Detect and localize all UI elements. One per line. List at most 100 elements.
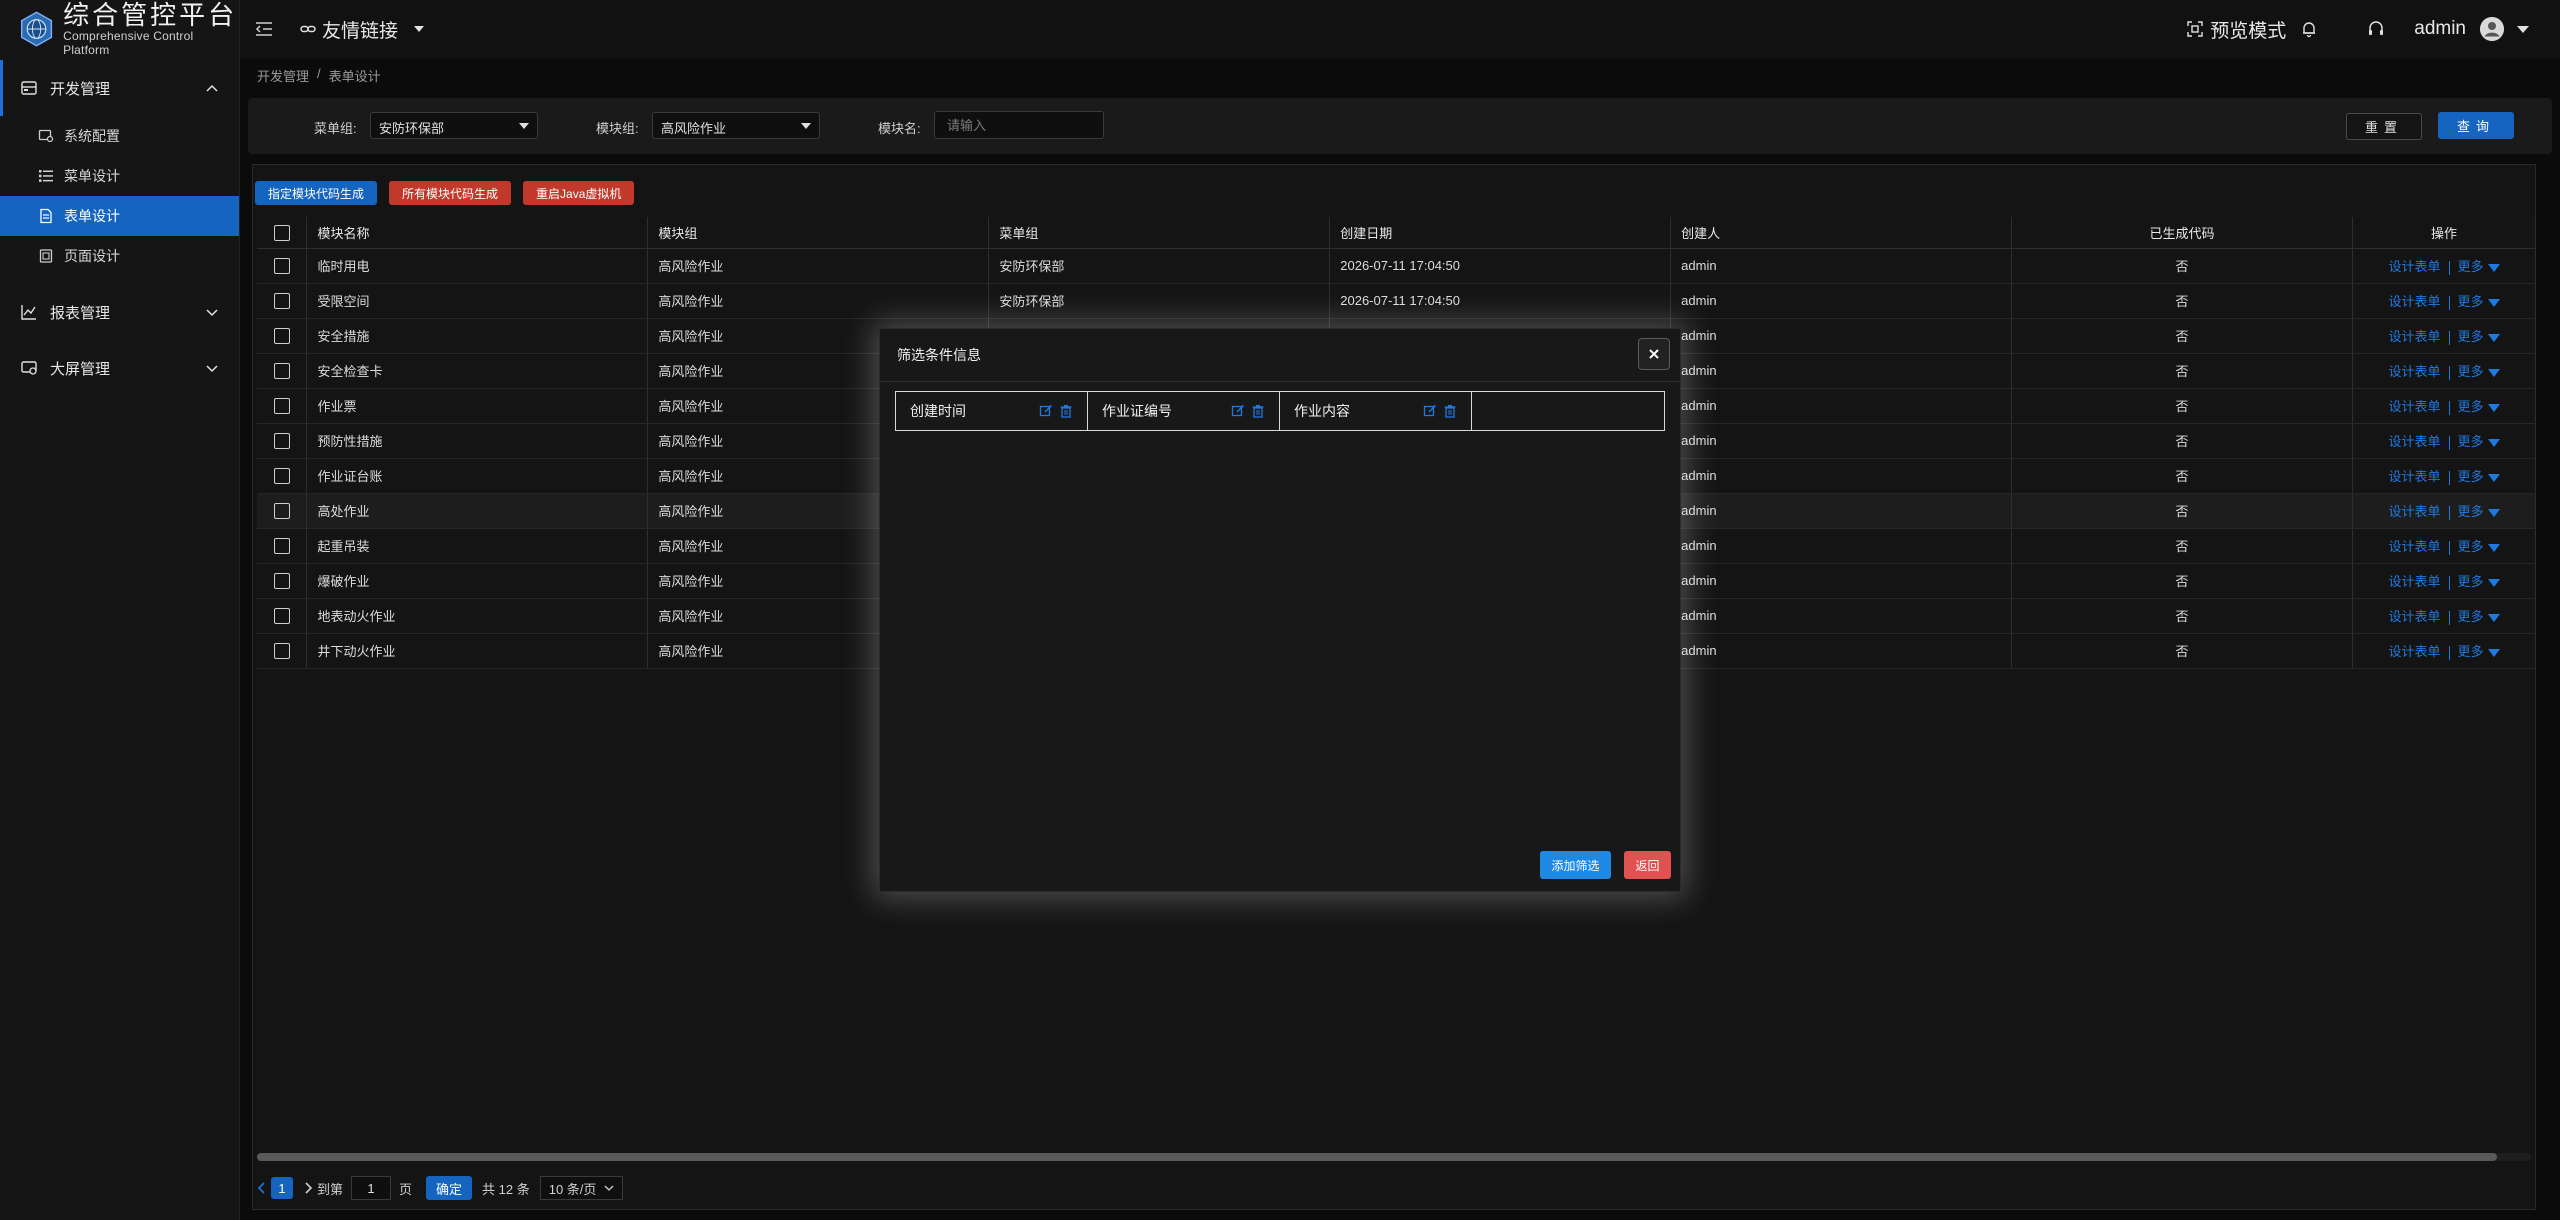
design-form-link[interactable]: 设计表单: [2388, 609, 2440, 624]
more-label: 更多: [2457, 399, 2484, 414]
row-checkbox[interactable]: [273, 362, 290, 379]
more-dropdown[interactable]: 更多: [2458, 399, 2500, 414]
row-checkbox[interactable]: [273, 572, 290, 589]
next-page-icon[interactable]: [301, 1181, 315, 1195]
more-dropdown[interactable]: 更多: [2458, 364, 2500, 379]
row-checkbox-cell: [257, 528, 308, 564]
chevron-down-icon: [206, 365, 218, 373]
row-checkbox[interactable]: [273, 467, 290, 484]
more-dropdown[interactable]: 更多: [2458, 434, 2500, 449]
design-form-link[interactable]: 设计表单: [2388, 399, 2440, 414]
page-size-select[interactable]: 10 条/页: [539, 1176, 624, 1200]
sidebar-item-form-design[interactable]: 表单设计: [0, 196, 239, 236]
dialog-close-button[interactable]: [1638, 338, 1670, 370]
gen-selected-button[interactable]: 指定模块代码生成: [255, 181, 378, 205]
row-checkbox[interactable]: [273, 642, 290, 659]
restart-jvm-button[interactable]: 重启Java虚拟机: [523, 181, 635, 205]
query-button[interactable]: 查询: [2438, 112, 2514, 139]
design-form-link[interactable]: 设计表单: [2388, 469, 2440, 484]
filter-tag: 作业内容: [1280, 392, 1472, 430]
cell-module-name: 起重吊装: [306, 528, 649, 564]
row-checkbox[interactable]: [273, 292, 290, 309]
menu-fold-icon[interactable]: [254, 19, 274, 39]
column-header: 创建日期: [1329, 217, 1672, 249]
more-dropdown[interactable]: 更多: [2458, 469, 2500, 484]
sidebar-item-menu-design[interactable]: 菜单设计: [0, 156, 239, 196]
trash-icon[interactable]: [1059, 404, 1073, 418]
more-dropdown[interactable]: 更多: [2458, 539, 2500, 554]
more-dropdown[interactable]: 更多: [2458, 644, 2500, 659]
user-menu[interactable]: admin: [2414, 17, 2530, 41]
preview-mode-button[interactable]: 预览模式: [2186, 16, 2286, 43]
row-checkbox-cell: [257, 633, 308, 669]
sidebar-group-screen[interactable]: 大屏管理: [0, 340, 239, 396]
back-button[interactable]: 返回: [1624, 851, 1671, 879]
design-form-link[interactable]: 设计表单: [2388, 574, 2440, 589]
sidebar-group-dev[interactable]: 开发管理: [0, 60, 239, 116]
design-form-link[interactable]: 设计表单: [2388, 329, 2440, 344]
design-form-link[interactable]: 设计表单: [2388, 364, 2440, 379]
column-header: 已生成代码: [2011, 217, 2353, 249]
more-dropdown[interactable]: 更多: [2458, 294, 2500, 309]
module-group-select[interactable]: 高风险作业: [652, 112, 820, 139]
cell-creator: admin: [1670, 388, 2013, 424]
goto-label: 到第: [317, 1181, 344, 1197]
scrollbar-thumb[interactable]: [257, 1153, 2497, 1161]
design-form-link[interactable]: 设计表单: [2388, 259, 2440, 274]
headset-icon[interactable]: [2366, 19, 2386, 39]
sidebar-item-system-config[interactable]: 系统配置: [0, 116, 239, 156]
breadcrumb-item[interactable]: 开发管理: [257, 66, 309, 85]
menu-group-select[interactable]: 安防环保部: [370, 112, 538, 139]
edit-icon[interactable]: [1423, 404, 1437, 418]
quicklinks-dropdown[interactable]: 友情链接: [300, 16, 426, 43]
bell-icon[interactable]: [2300, 20, 2318, 38]
goto-page-input[interactable]: [351, 1176, 392, 1200]
row-checkbox[interactable]: [273, 537, 290, 554]
caret-down-icon: [2487, 648, 2500, 657]
design-form-link[interactable]: 设计表单: [2388, 539, 2440, 554]
row-checkbox[interactable]: [273, 327, 290, 344]
more-dropdown[interactable]: 更多: [2458, 609, 2500, 624]
table-row[interactable]: 受限空间 高风险作业 安防环保部 2026-07-11 17:04:50 admin 否设…: [257, 283, 2536, 319]
select-all-checkbox[interactable]: [273, 224, 290, 241]
design-form-link[interactable]: 设计表单: [2388, 294, 2440, 309]
horizontal-scrollbar[interactable]: [257, 1153, 2531, 1161]
add-filter-button[interactable]: 添加筛选: [1540, 851, 1611, 879]
row-checkbox[interactable]: [273, 502, 290, 519]
row-checkbox-cell: [257, 598, 308, 634]
cell-module-name: 临时用电: [306, 248, 649, 284]
gen-all-button[interactable]: 所有模块代码生成: [389, 181, 512, 205]
more-label: 更多: [2457, 539, 2484, 554]
row-checkbox[interactable]: [273, 607, 290, 624]
module-name-label: 模块名:: [878, 121, 921, 136]
edit-icon[interactable]: [1039, 404, 1053, 418]
more-dropdown[interactable]: 更多: [2458, 574, 2500, 589]
sidebar: 综合管控平台 Comprehensive Control Platform 开发…: [0, 0, 240, 1220]
row-checkbox[interactable]: [273, 397, 290, 414]
design-form-link[interactable]: 设计表单: [2388, 434, 2440, 449]
design-form-link[interactable]: 设计表单: [2388, 504, 2440, 519]
cell-module-name: 地表动火作业: [306, 598, 649, 634]
design-form-link[interactable]: 设计表单: [2388, 644, 2440, 659]
prev-page-icon[interactable]: [255, 1181, 269, 1195]
trash-icon[interactable]: [1251, 404, 1265, 418]
edit-icon[interactable]: [1231, 404, 1245, 418]
more-label: 更多: [2457, 609, 2484, 624]
goto-confirm-button[interactable]: 确定: [426, 1176, 473, 1200]
row-checkbox[interactable]: [273, 257, 290, 274]
row-checkbox[interactable]: [273, 432, 290, 449]
sidebar-item-label: 菜单设计: [64, 168, 120, 184]
cell-operations: 设计表单 更多: [2352, 633, 2536, 669]
pagination: 1 到第 页 确定 共 12 条 10 条/页: [255, 1175, 624, 1201]
sidebar-item-page-design[interactable]: 页面设计: [0, 236, 239, 276]
more-dropdown[interactable]: 更多: [2458, 329, 2500, 344]
module-name-input[interactable]: [934, 111, 1104, 139]
more-dropdown[interactable]: 更多: [2458, 504, 2500, 519]
trash-icon[interactable]: [1443, 404, 1457, 418]
more-dropdown[interactable]: 更多: [2458, 259, 2500, 274]
page-number-current[interactable]: 1: [271, 1177, 293, 1199]
sidebar-group-report[interactable]: 报表管理: [0, 284, 239, 340]
table-row[interactable]: 临时用电 高风险作业 安防环保部 2026-07-11 17:04:50 admin 否设…: [257, 248, 2536, 284]
reset-button[interactable]: 重置: [2346, 113, 2422, 140]
column-header: 模块名称: [306, 217, 649, 249]
